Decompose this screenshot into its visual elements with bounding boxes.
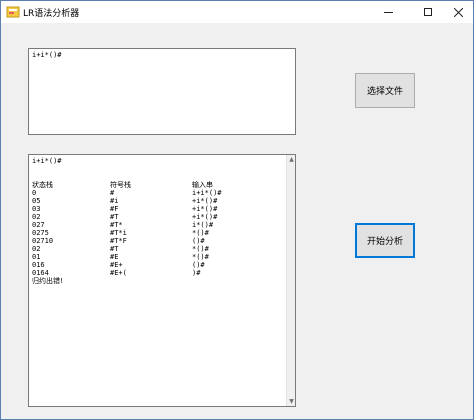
analysis-output-box[interactable]: i+i*()# 状态栈 符号栈 输入串 0 # i+i*()# 05 #i +i… <box>28 154 296 407</box>
row-state: 01 <box>32 253 41 261</box>
scroll-up-arrow-icon[interactable]: ▲ <box>287 155 296 164</box>
row-symbol: #E+( <box>110 269 127 277</box>
table-row: 027 #T* i*()# <box>32 221 262 229</box>
row-state: 0275 <box>32 229 49 237</box>
row-input: i+i*()# <box>192 189 222 197</box>
row-state: 0 <box>32 189 37 197</box>
row-input: +i*()# <box>192 213 218 221</box>
header-state-stack: 状态栈 <box>32 181 53 189</box>
row-state: 016 <box>32 261 45 269</box>
maximize-icon <box>424 8 432 16</box>
row-state: 02 <box>32 245 41 253</box>
output-first-line: i+i*()# <box>32 157 62 165</box>
scroll-down-arrow-icon[interactable]: ▼ <box>287 397 296 406</box>
row-input: ()# <box>192 261 205 269</box>
row-input: +i*()# <box>192 205 218 213</box>
output-scrollbar[interactable]: ▲ ▼ <box>286 155 295 406</box>
close-icon <box>453 7 463 17</box>
header-symbol-stack: 符号栈 <box>110 181 131 189</box>
window-title: LR语法分析器 <box>23 9 80 19</box>
row-input: i*()# <box>192 221 214 229</box>
row-state: 05 <box>32 197 41 205</box>
maximize-button[interactable] <box>411 1 445 23</box>
row-input: ()# <box>192 237 205 245</box>
row-state: 03 <box>32 205 41 213</box>
row-input: )# <box>192 269 201 277</box>
row-symbol: #T* <box>110 221 123 229</box>
table-row: 02 #T +i*()# <box>32 213 262 221</box>
header-input-string: 输入串 <box>192 181 213 189</box>
row-state: 02 <box>32 213 41 221</box>
error-message: 归约出错! <box>32 277 63 285</box>
row-state: 0164 <box>32 269 49 277</box>
row-input: *()# <box>192 229 209 237</box>
row-symbol: #T*F <box>110 237 127 245</box>
row-symbol: #i <box>110 197 119 205</box>
row-symbol: #T*i <box>110 229 127 237</box>
table-row: 05 #i +i*()# <box>32 197 262 205</box>
table-row: 02 #T *()# <box>32 245 262 253</box>
row-input: *()# <box>192 245 209 253</box>
table-row: 03 #F +i*()# <box>32 205 262 213</box>
row-symbol: #T <box>110 213 119 221</box>
table-row: 02710 #T*F ()# <box>32 237 262 245</box>
table-row: 016 #E+ ()# <box>32 261 262 269</box>
row-symbol: #T <box>110 245 119 253</box>
title-bar[interactable]: LR语法分析器 <box>1 1 473 23</box>
row-symbol: # <box>110 189 115 197</box>
minimize-icon <box>383 11 393 13</box>
row-symbol: #E <box>110 253 119 261</box>
row-input: +i*()# <box>192 197 218 205</box>
row-state: 027 <box>32 221 45 229</box>
table-row: 0 # i+i*()# <box>32 189 262 197</box>
table-row: 0275 #T*i *()# <box>32 229 262 237</box>
expression-input-box[interactable]: i+i*()# <box>28 48 296 135</box>
select-file-button[interactable]: 选择文件 <box>355 73 415 108</box>
row-state: 02710 <box>32 237 54 245</box>
app-icon <box>6 6 20 18</box>
row-input: *()# <box>192 253 209 261</box>
app-window: LR语法分析器 i+i*()# 选择文件 i+i*()# 状态栈 符号栈 输入串… <box>0 0 474 420</box>
table-header: 状态栈 符号栈 输入串 <box>32 181 262 189</box>
row-symbol: #F <box>110 205 119 213</box>
start-analysis-button[interactable]: 开始分析 <box>355 223 415 258</box>
close-button[interactable] <box>441 1 474 23</box>
expression-input-text: i+i*()# <box>32 51 62 59</box>
table-row: 01 #E *()# <box>32 253 262 261</box>
table-row: 0164 #E+( )# <box>32 269 262 277</box>
minimize-button[interactable] <box>371 1 405 23</box>
row-symbol: #E+ <box>110 261 123 269</box>
